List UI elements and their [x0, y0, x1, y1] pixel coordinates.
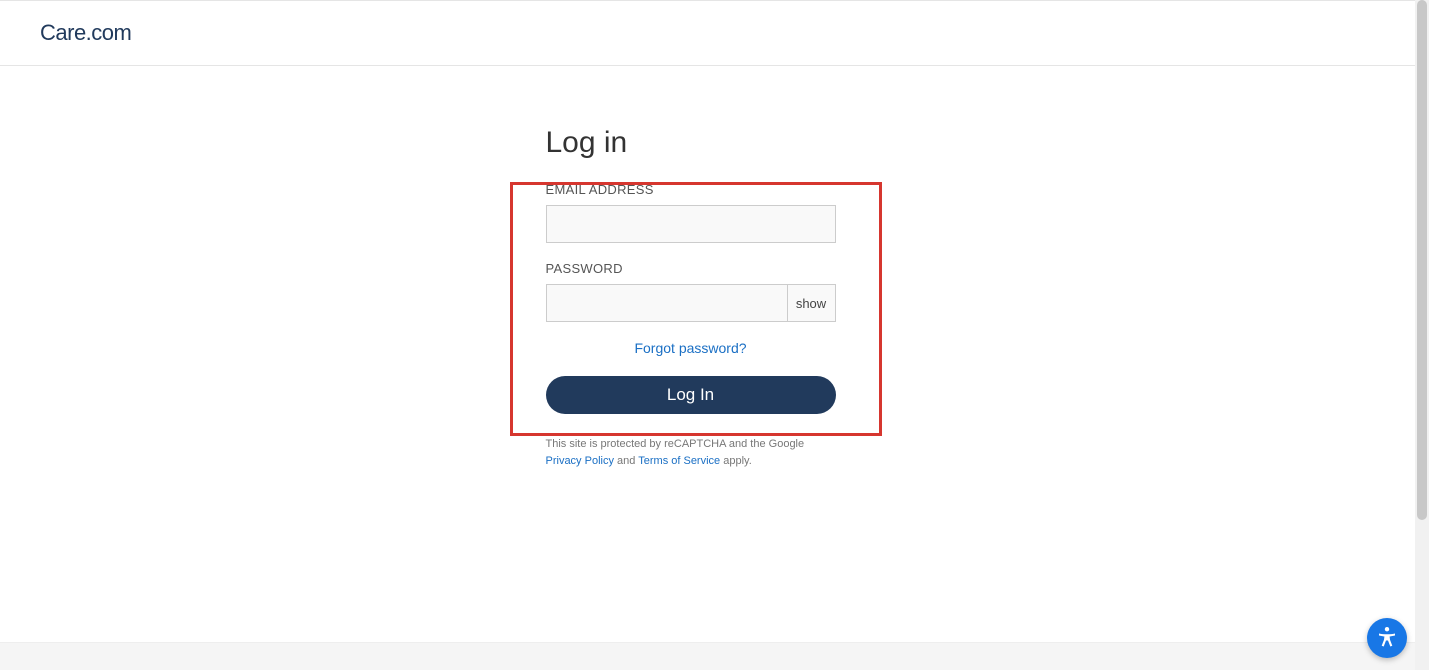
password-field-group: PASSWORD show — [546, 261, 884, 322]
footer-band — [0, 642, 1429, 670]
vertical-scrollbar[interactable] — [1415, 0, 1429, 670]
password-input-wrap: show — [546, 284, 836, 322]
page-title: Log in — [546, 126, 884, 160]
forgot-password-row: Forgot password? — [546, 340, 836, 358]
legal-and: and — [614, 455, 638, 467]
email-label: EMAIL ADDRESS — [546, 182, 884, 197]
accessibility-button[interactable] — [1367, 618, 1407, 658]
legal-prefix: This site is protected by reCAPTCHA and … — [546, 438, 805, 450]
brand-crescent-icon — [14, 19, 38, 48]
vertical-scrollbar-thumb[interactable] — [1417, 0, 1427, 520]
privacy-policy-link[interactable]: Privacy Policy — [546, 455, 614, 467]
login-button[interactable]: Log In — [546, 376, 836, 414]
email-input[interactable] — [546, 205, 836, 243]
email-field-group: EMAIL ADDRESS — [546, 182, 884, 243]
site-header: Care.com — [0, 0, 1429, 66]
login-panel: Log in EMAIL ADDRESS PASSWORD show Forgo… — [546, 126, 884, 469]
terms-of-service-link[interactable]: Terms of Service — [638, 455, 720, 467]
accessibility-icon — [1375, 625, 1399, 652]
brand-logo-link[interactable]: Care.com — [14, 19, 131, 48]
legal-suffix: apply. — [720, 455, 752, 467]
show-password-button[interactable]: show — [787, 285, 835, 321]
password-label: PASSWORD — [546, 261, 884, 276]
brand-name: Care.com — [40, 20, 131, 46]
legal-disclaimer: This site is protected by reCAPTCHA and … — [546, 436, 836, 469]
main-content: Log in EMAIL ADDRESS PASSWORD show Forgo… — [0, 66, 1429, 469]
password-input[interactable] — [547, 285, 787, 321]
forgot-password-link[interactable]: Forgot password? — [634, 340, 746, 356]
